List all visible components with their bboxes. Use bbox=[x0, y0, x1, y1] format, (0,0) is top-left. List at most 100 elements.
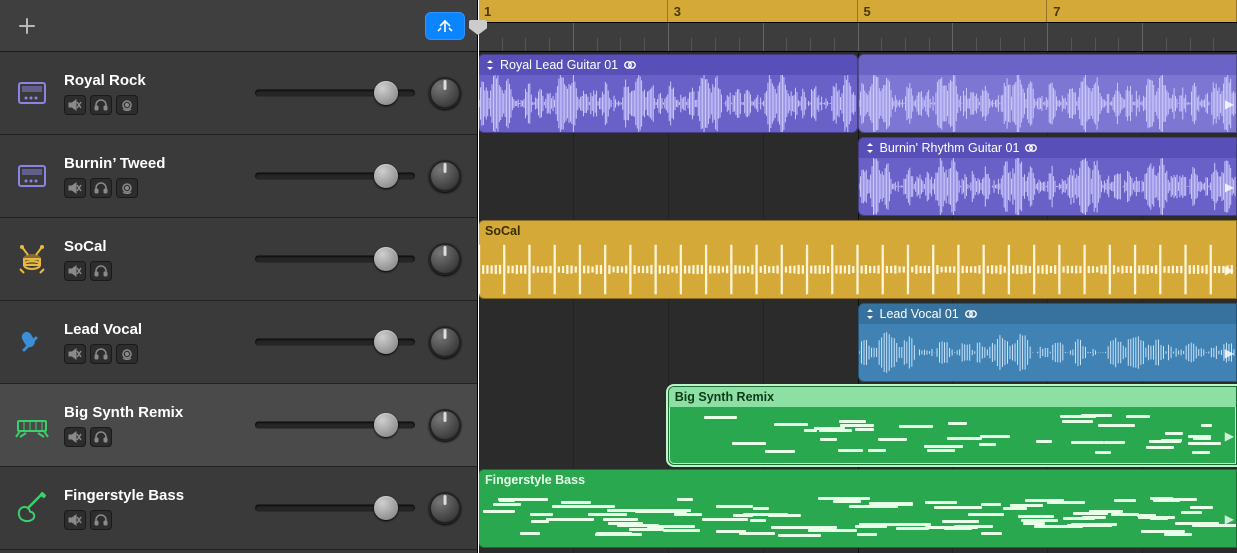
ruler-bar-number[interactable]: 3 bbox=[668, 0, 858, 22]
region-label: SoCal bbox=[485, 224, 520, 238]
volume-slider[interactable] bbox=[255, 415, 415, 435]
volume-slider[interactable] bbox=[255, 166, 415, 186]
arrange-lane[interactable]: Big Synth Remix ▶ bbox=[478, 384, 1237, 467]
region[interactable]: SoCal ▶ bbox=[478, 220, 1237, 299]
add-track-button[interactable] bbox=[12, 11, 42, 41]
solo-headphones-button[interactable] bbox=[90, 344, 112, 364]
region[interactable]: Big Synth Remix ▶ bbox=[668, 386, 1237, 465]
arrange-lane[interactable]: Lead Vocal 01 ▶ bbox=[478, 301, 1237, 384]
region-header[interactable]: Burnin' Rhythm Guitar 01 bbox=[859, 138, 1237, 158]
amp-icon bbox=[0, 52, 64, 134]
pan-knob[interactable] bbox=[429, 492, 461, 524]
track-header[interactable]: SoCal bbox=[0, 218, 477, 301]
region-header[interactable]: Royal Lead Guitar 01 bbox=[479, 55, 857, 75]
continues-right-icon: ▶ bbox=[1225, 97, 1234, 111]
track-name[interactable]: Big Synth Remix bbox=[64, 404, 255, 421]
region-label: Royal Lead Guitar 01 bbox=[500, 58, 618, 72]
arrange-lane[interactable]: Fingerstyle Bass ▶ bbox=[478, 467, 1237, 550]
input-monitor-button[interactable] bbox=[116, 344, 138, 364]
region-body[interactable] bbox=[479, 75, 857, 132]
pan-knob[interactable] bbox=[429, 409, 461, 441]
volume-slider[interactable] bbox=[255, 332, 415, 352]
region-header[interactable]: Lead Vocal 01 bbox=[859, 304, 1237, 324]
input-monitor-button[interactable] bbox=[116, 95, 138, 115]
region-body[interactable]: ▶ bbox=[479, 241, 1236, 298]
continues-right-icon: ▶ bbox=[1225, 346, 1234, 360]
pan-knob[interactable] bbox=[429, 326, 461, 358]
arrange-lane[interactable]: Burnin' Rhythm Guitar 01 ▶ bbox=[478, 135, 1237, 218]
pan-knob[interactable] bbox=[429, 160, 461, 192]
region-body[interactable]: ▶ bbox=[859, 158, 1237, 215]
loop-icon bbox=[1024, 142, 1038, 154]
track-header[interactable]: Burnin’ Tweed bbox=[0, 135, 477, 218]
solo-headphones-button[interactable] bbox=[90, 261, 112, 281]
expand-icon[interactable] bbox=[485, 59, 495, 71]
ruler-bar-number[interactable]: 5 bbox=[858, 0, 1048, 22]
solo-headphones-button[interactable] bbox=[90, 510, 112, 530]
mute-button[interactable] bbox=[64, 510, 86, 530]
continues-right-icon: ▶ bbox=[1225, 180, 1234, 194]
track-name[interactable]: Burnin’ Tweed bbox=[64, 155, 255, 172]
mute-button[interactable] bbox=[64, 95, 86, 115]
catch-playhead-button[interactable] bbox=[425, 12, 465, 40]
expand-icon[interactable] bbox=[865, 142, 875, 154]
continues-right-icon: ▶ bbox=[1225, 512, 1234, 526]
continues-right-icon: ▶ bbox=[1225, 263, 1234, 277]
arrange-area[interactable]: 13579 Royal Lead Guitar 01 ▶ Burnin' Rhy… bbox=[478, 0, 1237, 553]
track-name[interactable]: SoCal bbox=[64, 238, 255, 255]
mute-button[interactable] bbox=[64, 427, 86, 447]
track-header[interactable]: Royal Rock bbox=[0, 52, 477, 135]
region-header[interactable]: SoCal bbox=[479, 221, 1236, 241]
expand-icon[interactable] bbox=[865, 308, 875, 320]
volume-slider[interactable] bbox=[255, 498, 415, 518]
region-body[interactable]: ▶ bbox=[859, 324, 1237, 381]
region-label: Big Synth Remix bbox=[675, 390, 774, 404]
arrange-lane[interactable]: SoCal ▶ bbox=[478, 218, 1237, 301]
tracks-toolbar bbox=[0, 0, 477, 52]
solo-headphones-button[interactable] bbox=[90, 427, 112, 447]
pan-knob[interactable] bbox=[429, 77, 461, 109]
track-name[interactable]: Lead Vocal bbox=[64, 321, 255, 338]
region-body[interactable]: ▶ bbox=[479, 490, 1236, 547]
tracks-panel: Royal Rock Burnin’ Tweed bbox=[0, 0, 478, 553]
region-label: Fingerstyle Bass bbox=[485, 473, 585, 487]
arrange-lane[interactable]: Royal Lead Guitar 01 ▶ bbox=[478, 52, 1237, 135]
ruler-bar-number[interactable]: 7 bbox=[1047, 0, 1237, 22]
track-name[interactable]: Fingerstyle Bass bbox=[64, 487, 255, 504]
mute-button[interactable] bbox=[64, 178, 86, 198]
ruler-bar-number[interactable]: 1 bbox=[478, 0, 668, 22]
region-header[interactable]: Big Synth Remix bbox=[669, 387, 1236, 407]
region-header[interactable]: Fingerstyle Bass bbox=[479, 470, 1236, 490]
input-monitor-button[interactable] bbox=[116, 178, 138, 198]
mute-button[interactable] bbox=[64, 261, 86, 281]
guitar-icon bbox=[0, 467, 64, 549]
amp-icon bbox=[0, 135, 64, 217]
region[interactable]: ▶ bbox=[858, 54, 1237, 133]
volume-slider[interactable] bbox=[255, 249, 415, 269]
region-label: Burnin' Rhythm Guitar 01 bbox=[880, 141, 1020, 155]
track-header[interactable]: Big Synth Remix bbox=[0, 384, 477, 467]
track-name[interactable]: Royal Rock bbox=[64, 72, 255, 89]
mute-button[interactable] bbox=[64, 344, 86, 364]
region-body[interactable]: ▶ bbox=[859, 75, 1237, 132]
track-header[interactable]: Lead Vocal bbox=[0, 301, 477, 384]
volume-slider[interactable] bbox=[255, 83, 415, 103]
playhead[interactable] bbox=[478, 0, 479, 553]
region[interactable]: Burnin' Rhythm Guitar 01 ▶ bbox=[858, 137, 1237, 216]
continues-right-icon: ▶ bbox=[1225, 429, 1234, 443]
mic-icon bbox=[0, 301, 64, 383]
loop-icon bbox=[623, 59, 637, 71]
track-header[interactable]: Fingerstyle Bass bbox=[0, 467, 477, 550]
region[interactable]: Fingerstyle Bass ▶ bbox=[478, 469, 1237, 548]
region-body[interactable]: ▶ bbox=[669, 407, 1236, 464]
region[interactable]: Lead Vocal 01 ▶ bbox=[858, 303, 1237, 382]
region[interactable]: Royal Lead Guitar 01 bbox=[478, 54, 858, 133]
region-header[interactable] bbox=[859, 55, 1237, 75]
pan-knob[interactable] bbox=[429, 243, 461, 275]
region-label: Lead Vocal 01 bbox=[880, 307, 959, 321]
ruler[interactable]: 13579 bbox=[478, 0, 1237, 52]
drums-icon bbox=[0, 218, 64, 300]
keys-icon bbox=[0, 384, 64, 466]
solo-headphones-button[interactable] bbox=[90, 178, 112, 198]
solo-headphones-button[interactable] bbox=[90, 95, 112, 115]
